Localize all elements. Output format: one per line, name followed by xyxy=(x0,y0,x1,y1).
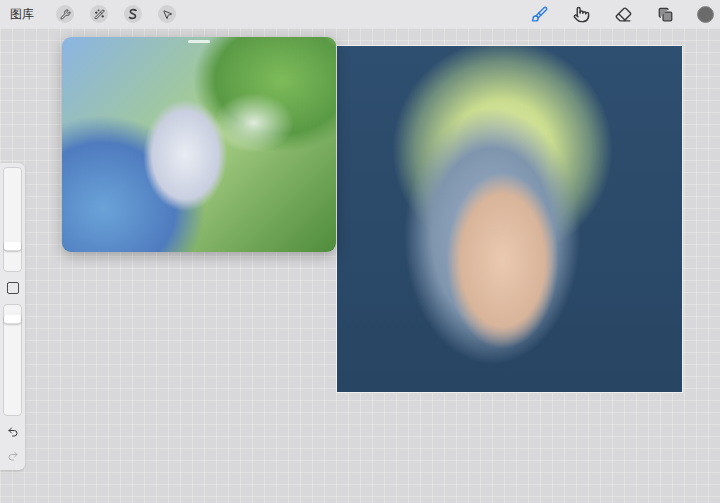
slider-thumb[interactable] xyxy=(4,242,21,251)
reference-window[interactable] xyxy=(62,37,336,252)
eraser-button[interactable] xyxy=(613,4,633,24)
brush-size-slider[interactable] xyxy=(3,167,22,272)
magic-wand-icon xyxy=(94,9,105,20)
top-bar: 图库 xyxy=(0,0,720,28)
smudge-icon xyxy=(573,6,590,23)
modify-button[interactable] xyxy=(7,282,19,294)
redo-icon xyxy=(7,450,19,462)
slider-thumb[interactable] xyxy=(4,315,21,324)
selection-button[interactable] xyxy=(124,5,142,23)
workspace xyxy=(0,28,720,503)
arrow-icon xyxy=(162,9,173,20)
undo-button[interactable] xyxy=(5,424,21,440)
right-toolbar xyxy=(529,4,714,24)
undo-icon xyxy=(7,426,19,438)
layers-icon xyxy=(658,7,673,22)
sidebar xyxy=(0,163,25,470)
procreate-screen: 图库 xyxy=(0,0,720,503)
brush-icon xyxy=(531,6,548,23)
reference-picture xyxy=(62,37,336,252)
window-handle[interactable] xyxy=(188,40,210,43)
canvas[interactable] xyxy=(336,45,683,393)
left-toolbar: 图库 xyxy=(10,5,176,23)
gallery-button[interactable]: 图库 xyxy=(10,6,34,22)
selection-icon xyxy=(127,8,139,20)
redo-button[interactable] xyxy=(5,448,21,464)
smudge-button[interactable] xyxy=(571,4,591,24)
wrench-icon xyxy=(60,9,71,20)
color-button[interactable] xyxy=(697,6,714,23)
actions-button[interactable] xyxy=(56,5,74,23)
transform-button[interactable] xyxy=(158,5,176,23)
opacity-slider[interactable] xyxy=(3,304,22,416)
layers-button[interactable] xyxy=(655,4,675,24)
brush-button[interactable] xyxy=(529,4,549,24)
eraser-icon xyxy=(615,6,632,23)
adjustments-button[interactable] xyxy=(90,5,108,23)
